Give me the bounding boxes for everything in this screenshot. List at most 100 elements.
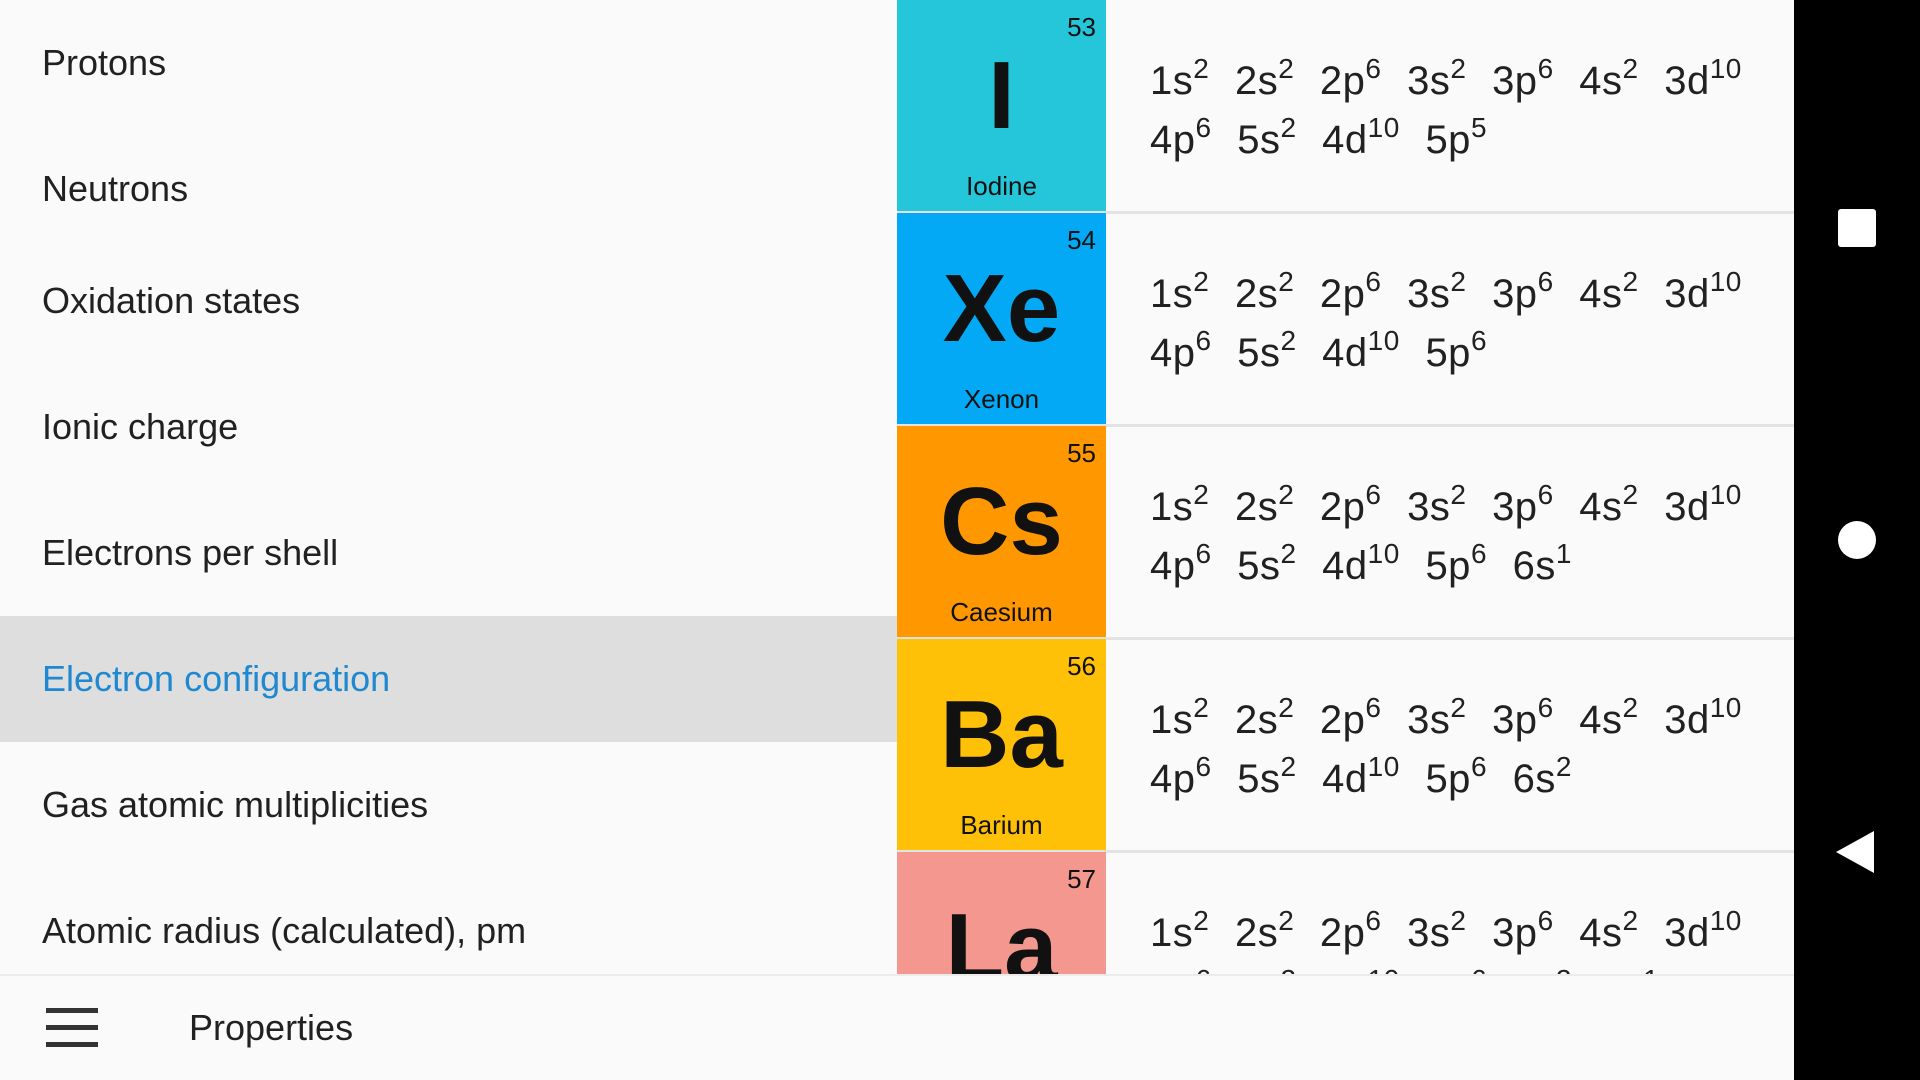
orbital-term: 1s2 [1150, 481, 1209, 530]
orbital-term: 4p6 [1150, 114, 1212, 163]
electron-count: 2 [1193, 266, 1210, 297]
electron-count: 2 [1278, 692, 1295, 723]
orbital-term: 2p6 [1320, 907, 1382, 956]
electron-count: 2 [1193, 479, 1210, 510]
element-row-xenon[interactable]: 54 Xe Xenon 1s2 2s2 2p6 3s2 3p6 4s2 3d10 4p… [897, 213, 1794, 427]
electron-count: 6 [1195, 538, 1212, 569]
property-list: Protons Neutrons Oxidation states Ionic cha… [0, 0, 897, 974]
property-item-label: Gas atomic multiplicities [42, 784, 429, 825]
orbital-label: 1s [1150, 698, 1194, 742]
element-symbol: Ba [940, 681, 1063, 788]
orbital-label: 2p [1319, 485, 1366, 529]
square-recents-icon [1838, 209, 1876, 247]
orbital-label: 2s [1234, 911, 1279, 955]
property-item-atomic-radius-calculated-pm[interactable]: Atomic radius (calculated), pm [0, 868, 897, 974]
electron-count: 2 [1450, 53, 1467, 84]
electron-count: 1 [1643, 964, 1659, 975]
element-symbol: La [945, 894, 1058, 975]
circle-home-icon [1838, 521, 1876, 559]
orbital-label: 2s [1234, 485, 1279, 529]
element-row-lanthanum[interactable]: 57LaLanthanum1s2 2s2 2p6 3s2 3p6 4s2 3d1… [897, 852, 1794, 974]
element-row-iodine[interactable]: 53 I Iodine 1s2 2s2 2p6 3s2 3p6 4s2 3d10 4p… [897, 0, 1794, 214]
orbital-term: 2p6 [1319, 481, 1382, 530]
property-item-electron-configuration[interactable]: Electron configuration [0, 616, 897, 742]
electron-count: 6 [1365, 905, 1382, 936]
orbital-term: 2s2 [1234, 481, 1294, 530]
orbital-label: 1s [1150, 911, 1194, 955]
orbital-term: 5p6 [1425, 753, 1487, 802]
electron-count: 6 [1537, 53, 1554, 84]
orbital-label: 5p [1425, 544, 1471, 588]
orbital-term: 2p6 [1320, 55, 1382, 104]
electron-count: 2 [1278, 53, 1295, 84]
property-item-protons[interactable]: Protons [0, 0, 897, 126]
element-name: Iodine [966, 171, 1037, 201]
property-item-ionic-charge[interactable]: Ionic charge [0, 364, 897, 490]
orbital-label: 6s [1512, 544, 1556, 588]
orbital-label: 6s [1512, 757, 1556, 801]
orbital-term: 3d10 [1664, 481, 1742, 530]
property-item-label: Electrons per shell [42, 532, 339, 573]
orbital-term: 2s2 [1235, 268, 1294, 317]
atomic-number: 55 [1067, 438, 1096, 468]
orbital-label: 4d [1322, 757, 1368, 801]
electron-count: 5 [1470, 112, 1488, 143]
orbital-term: 5p5 [1425, 114, 1487, 163]
orbital-term: 3d10 [1664, 55, 1742, 104]
electron-count: 2 [1280, 751, 1297, 782]
orbital-label: 3d [1664, 911, 1710, 955]
orbital-term: 1s2 [1150, 55, 1209, 104]
orbital-term: 4d10 [1322, 540, 1400, 589]
electron-count: 6 [1470, 538, 1488, 569]
hamburger-menu-icon[interactable] [46, 1008, 98, 1048]
orbital-term: 4s2 [1579, 55, 1638, 104]
element-symbol: I [988, 42, 1015, 149]
property-item-oxidation-states[interactable]: Oxidation states [0, 238, 897, 364]
element-row-caesium[interactable]: 55 Cs Caesium 1s2 2s2 2p6 3s2 3p6 4s2 3d10 … [897, 426, 1794, 640]
element-row-barium[interactable]: 56 Ba Barium 1s2 2s2 2p6 3s2 3p6 4s2 3d10 4… [897, 639, 1794, 853]
orbital-term: 5s2 [1237, 327, 1296, 376]
orbital-term: 3s2 [1407, 481, 1466, 530]
orbital-term: 5s2 [1237, 540, 1296, 589]
recents-button[interactable] [1794, 168, 1920, 288]
orbital-term: 4p6 [1150, 327, 1212, 376]
electron-count: 2 [1278, 479, 1295, 510]
property-item-electrons-per-shell[interactable]: Electrons per shell [0, 490, 897, 616]
orbital-term: 4d10 [1322, 753, 1400, 802]
orbital-label: 5s [1237, 118, 1281, 162]
electron-count: 2 [1622, 905, 1639, 936]
orbital-term: 1s2 [1150, 907, 1209, 956]
electron-count: 10 [1709, 479, 1742, 510]
property-item-neutrons[interactable]: Neutrons [0, 126, 897, 252]
electron-count: 6 [1537, 692, 1554, 723]
orbital-label: 4s [1579, 59, 1623, 103]
property-item-gas-atomic-multiplicities[interactable]: Gas atomic multiplicities [0, 742, 897, 868]
electron-count: 2 [1622, 53, 1639, 84]
orbital-label: 3d [1664, 698, 1710, 742]
electron-count: 6 [1196, 964, 1212, 975]
electron-count: 2 [1278, 905, 1295, 936]
orbital-term: 3s2 [1407, 55, 1466, 104]
element-tile: 56 Ba Barium [897, 639, 1106, 850]
orbital-label: 3d [1664, 272, 1710, 316]
electron-count: 6 [1365, 479, 1382, 510]
orbital-label: 2p [1319, 272, 1366, 316]
element-name: Xenon [963, 384, 1040, 414]
back-button[interactable] [1794, 791, 1920, 911]
electron-count: 6 [1537, 266, 1554, 297]
orbital-label: 3s [1407, 485, 1451, 529]
orbital-label: 3d [1664, 485, 1710, 529]
electron-configuration: 1s2 2s2 2p6 3s2 3p6 4s2 3d10 4p6 5s2 4d1… [1150, 904, 1770, 975]
orbital-term: 3s2 [1407, 907, 1466, 956]
home-button[interactable] [1794, 480, 1920, 600]
orbital-label: 1s [1150, 59, 1194, 103]
electron-configuration: 1s2 2s2 2p6 3s2 3p6 4s2 3d10 4p6 5s2 4d1… [1150, 265, 1770, 383]
orbital-label: 4p [1150, 118, 1196, 162]
orbital-term: 2p6 [1320, 694, 1382, 743]
electron-count: 6 [1537, 479, 1554, 510]
atomic-number: 53 [1067, 12, 1096, 42]
orbital-term: 2s2 [1235, 55, 1294, 104]
orbital-term: 4p6 [1150, 753, 1212, 802]
orbital-term: 5p6 [1425, 540, 1487, 589]
electron-count: 2 [1193, 905, 1210, 936]
